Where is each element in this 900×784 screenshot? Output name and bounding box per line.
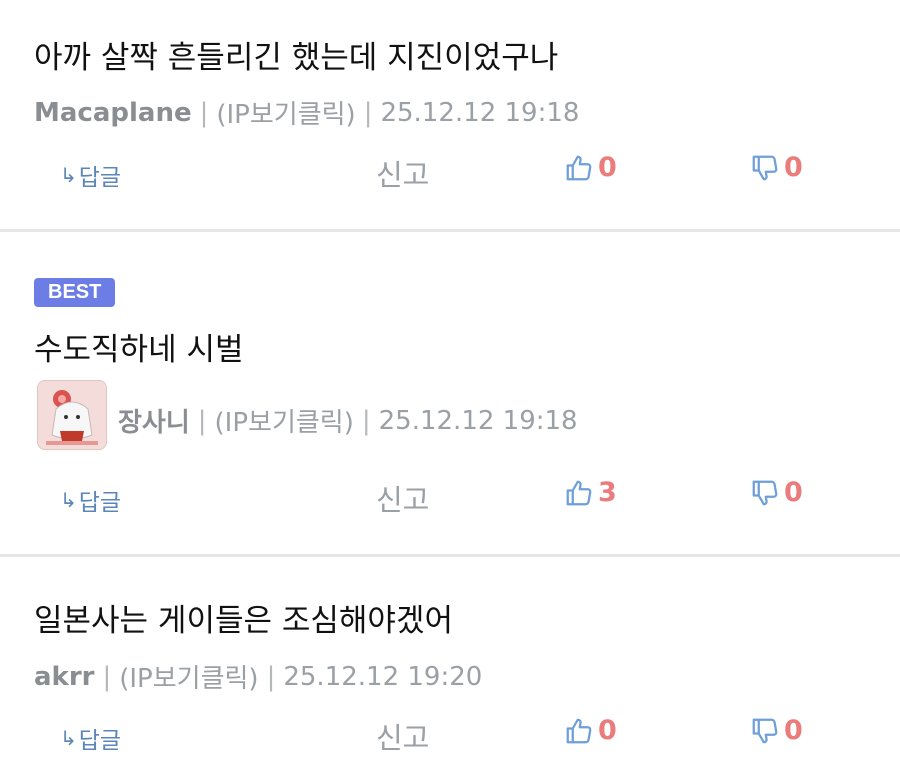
avatar-image [38, 381, 106, 449]
comment-text: 아까 살짝 흔들리긴 했는데 지진이었구나 [34, 40, 559, 76]
ip-view-link[interactable]: (IP보기클릭) [215, 402, 354, 439]
downvote-count: 0 [784, 477, 803, 508]
reply-label: 답글 [78, 728, 122, 754]
reply-label: 답글 [78, 165, 122, 191]
ip-view-link[interactable]: (IP보기클릭) [119, 658, 258, 695]
meta-separator: | [361, 405, 371, 436]
reply-arrow-icon: ↳ [60, 488, 77, 512]
upvote-button[interactable]: 0 [564, 715, 617, 746]
comment-meta: Macaplane | (IP보기클릭) | 25.12.12 19:18 [34, 94, 579, 131]
meta-separator: | [102, 661, 112, 692]
upvote-count: 0 [598, 715, 617, 746]
downvote-count: 0 [784, 152, 803, 183]
reply-label: 답글 [78, 490, 122, 516]
downvote-button[interactable]: 0 [750, 152, 803, 183]
downvote-count: 0 [784, 715, 803, 746]
downvote-button[interactable]: 0 [750, 715, 803, 746]
reply-button[interactable]: ↳ 답글 [60, 483, 121, 517]
reply-button[interactable]: ↳ 답글 [60, 721, 121, 755]
comment-text: 일본사는 게이들은 조심해야겠어 [34, 603, 453, 639]
upvote-count: 3 [598, 477, 617, 508]
ip-view-link[interactable]: (IP보기클릭) [216, 94, 355, 131]
thumbs-up-icon [566, 718, 592, 743]
comment-divider [0, 554, 900, 557]
thumbs-down-icon [752, 480, 778, 505]
upvote-button[interactable]: 0 [564, 152, 617, 183]
report-button[interactable]: 신고 [376, 152, 429, 194]
reply-arrow-icon: ↳ [60, 726, 77, 750]
author-nickname[interactable]: 장사니 [118, 402, 190, 439]
thumbs-up-icon [566, 155, 592, 180]
meta-separator: | [266, 661, 276, 692]
comment-timestamp: 25.12.12 19:20 [283, 661, 483, 692]
reply-button[interactable]: ↳ 답글 [60, 158, 121, 192]
meta-separator: | [199, 97, 209, 128]
upvote-count: 0 [598, 152, 617, 183]
downvote-button[interactable]: 0 [750, 477, 803, 508]
report-button[interactable]: 신고 [376, 715, 429, 757]
thumbs-up-icon [566, 480, 592, 505]
thumbs-down-icon [752, 155, 778, 180]
comment-actions: ↳ 답글 신고 0 0 [0, 715, 900, 759]
comment-meta: 장사니 | (IP보기클릭) | 25.12.12 19:18 [118, 402, 578, 439]
comment-actions: ↳ 답글 신고 0 0 [0, 152, 900, 196]
upvote-button[interactable]: 3 [564, 477, 617, 508]
comment-text: 수도직하네 시벌 [34, 332, 244, 368]
thumbs-down-icon [752, 718, 778, 743]
reply-arrow-icon: ↳ [60, 163, 77, 187]
author-nickname[interactable]: Macaplane [34, 98, 192, 128]
meta-separator: | [363, 97, 373, 128]
report-button[interactable]: 신고 [376, 477, 429, 519]
comment-timestamp: 25.12.12 19:18 [378, 405, 578, 436]
comment-divider [0, 229, 900, 232]
best-badge: BEST [34, 278, 116, 307]
comment-timestamp: 25.12.12 19:18 [380, 97, 580, 128]
avatar[interactable] [37, 380, 107, 450]
comment-actions: ↳ 답글 신고 3 0 [0, 477, 900, 521]
meta-separator: | [197, 405, 207, 436]
author-nickname[interactable]: akrr [34, 662, 94, 692]
comment-meta: akrr | (IP보기클릭) | 25.12.12 19:20 [34, 658, 482, 695]
